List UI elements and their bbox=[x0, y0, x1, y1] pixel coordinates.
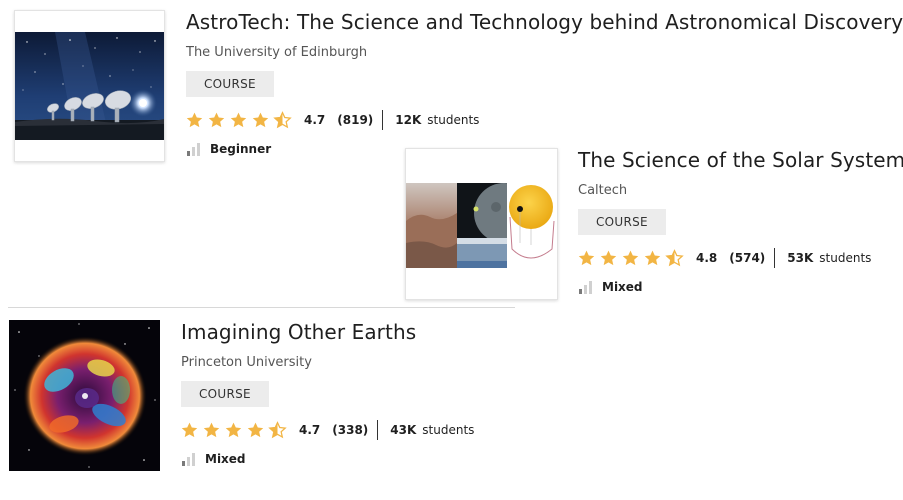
rating-value: 4.8 bbox=[696, 251, 718, 265]
level-bars-icon bbox=[187, 143, 200, 156]
course-thumbnail-solar-system[interactable] bbox=[405, 148, 558, 300]
level-label: Mixed bbox=[205, 452, 246, 466]
star-icon bbox=[644, 250, 661, 265]
rating-stars bbox=[180, 420, 287, 440]
star-icon bbox=[186, 112, 203, 127]
difficulty-level: Mixed bbox=[579, 279, 643, 295]
star-icon bbox=[203, 422, 220, 437]
course-title[interactable]: Imagining Other Earths bbox=[181, 320, 416, 344]
star-icon bbox=[622, 250, 639, 265]
review-count: (574) bbox=[729, 251, 766, 265]
course-partner: Princeton University bbox=[181, 355, 312, 370]
separator bbox=[774, 248, 776, 268]
rating-stars bbox=[577, 248, 684, 268]
enrollment-label: students bbox=[422, 423, 475, 437]
enrollment-label: students bbox=[819, 251, 872, 265]
enrollment-count: 12K bbox=[395, 113, 422, 127]
star-icon bbox=[208, 112, 225, 127]
course-type-badge: COURSE bbox=[578, 209, 666, 235]
review-count: (338) bbox=[332, 423, 369, 437]
half-star-icon bbox=[273, 110, 292, 128]
star-icon bbox=[600, 250, 617, 265]
course-partner: The University of Edinburgh bbox=[186, 45, 368, 60]
difficulty-level: Beginner bbox=[187, 141, 271, 157]
level-label: Beginner bbox=[210, 142, 272, 156]
star-icon bbox=[252, 112, 269, 127]
course-title[interactable]: The Science of the Solar System bbox=[578, 148, 903, 172]
separator bbox=[382, 110, 384, 130]
rating-row: 4.7 (819) 12K students bbox=[185, 109, 479, 131]
enrollment-count: 53K bbox=[787, 251, 814, 265]
star-icon bbox=[181, 422, 198, 437]
review-count: (819) bbox=[337, 113, 374, 127]
rating-value: 4.7 bbox=[299, 423, 321, 437]
level-label: Mixed bbox=[602, 280, 643, 294]
star-icon bbox=[230, 112, 247, 127]
course-type-badge: COURSE bbox=[186, 71, 274, 97]
course-thumbnail-supernova[interactable] bbox=[9, 320, 160, 471]
enrollment-count: 43K bbox=[390, 423, 417, 437]
rating-stars bbox=[185, 110, 292, 130]
star-icon bbox=[247, 422, 264, 437]
divider bbox=[8, 307, 515, 308]
star-icon bbox=[225, 422, 242, 437]
separator bbox=[377, 420, 379, 440]
rating-value: 4.7 bbox=[304, 113, 326, 127]
course-type-badge: COURSE bbox=[181, 381, 269, 407]
half-star-icon bbox=[665, 248, 684, 266]
half-star-icon bbox=[268, 420, 287, 438]
level-bars-icon bbox=[579, 281, 592, 294]
rating-row: 4.7 (338) 43K students bbox=[180, 419, 474, 441]
course-title[interactable]: AstroTech: The Science and Technology be… bbox=[186, 10, 903, 34]
level-bars-icon bbox=[182, 453, 195, 466]
course-thumbnail-radio-telescopes[interactable] bbox=[14, 10, 165, 162]
enrollment-label: students bbox=[427, 113, 480, 127]
difficulty-level: Mixed bbox=[182, 451, 246, 467]
rating-row: 4.8 (574) 53K students bbox=[577, 247, 871, 269]
course-partner: Caltech bbox=[578, 183, 628, 198]
star-icon bbox=[578, 250, 595, 265]
